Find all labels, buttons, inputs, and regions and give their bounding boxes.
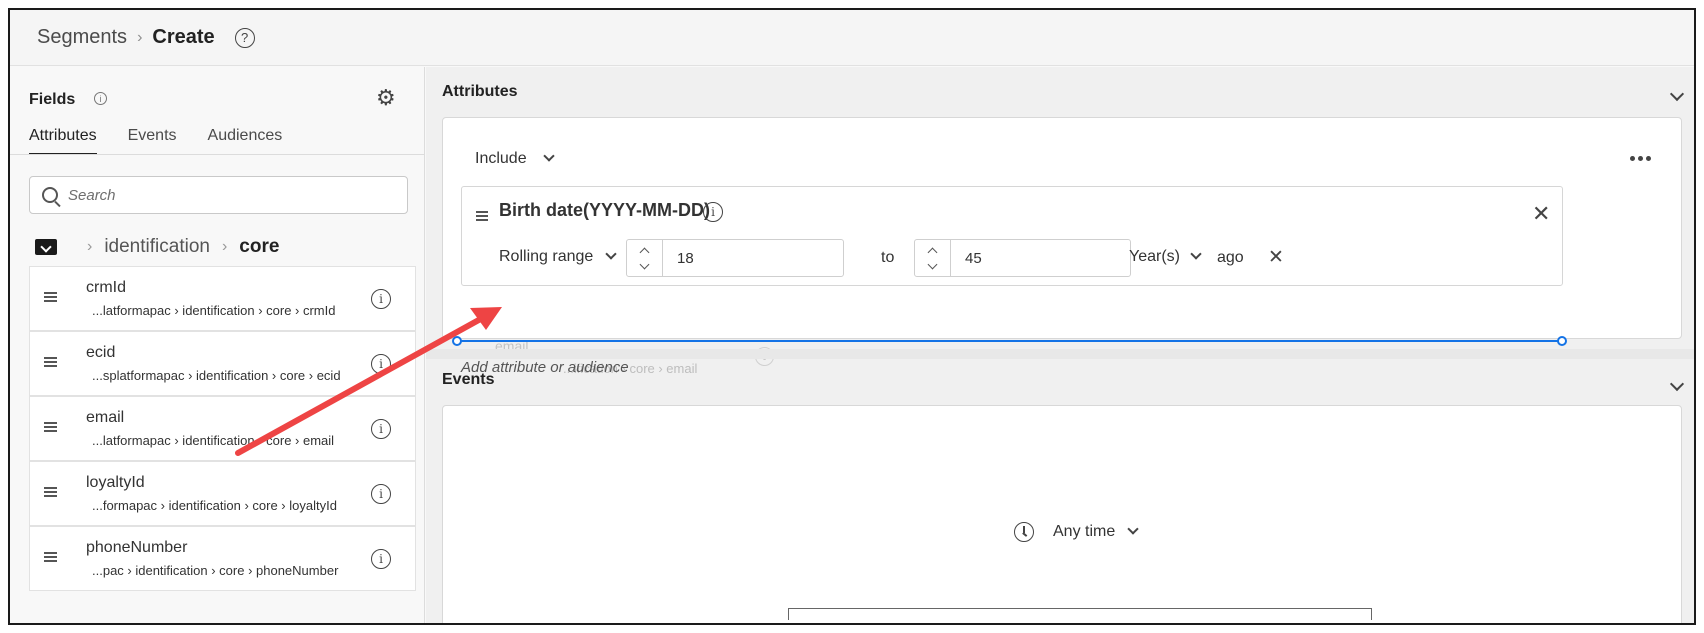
from-value[interactable]: 18	[663, 240, 694, 276]
field-path: ...latformapac › identification › core ›…	[92, 433, 335, 448]
time-filter-dropdown[interactable]: Any time	[1014, 522, 1139, 542]
drag-handle-icon[interactable]	[44, 422, 57, 432]
info-icon[interactable]: i	[371, 354, 391, 374]
info-icon[interactable]: i	[371, 549, 391, 569]
tabs-divider	[10, 154, 425, 155]
field-tabs: Attributes Events Audiences	[29, 127, 282, 155]
drop-indicator-start	[452, 336, 462, 346]
chevron-right-icon: ›	[221, 238, 228, 255]
fields-info-icon[interactable]: i	[94, 92, 107, 105]
drag-handle-icon[interactable]	[44, 357, 57, 367]
ago-label: ago	[1217, 249, 1244, 266]
to-value[interactable]: 45	[951, 240, 982, 276]
from-stepper[interactable]: 18	[626, 239, 844, 277]
unit-label: Year(s)	[1129, 248, 1180, 265]
app-frame: Segments › Create ? Fields i ⚙ Attribute…	[8, 8, 1696, 625]
rule-title: Birth date(YYYY-MM-DD)	[499, 200, 710, 220]
field-list: crmId ...latformapac › identification › …	[29, 266, 416, 591]
info-icon[interactable]: i	[371, 289, 391, 309]
chevron-right-icon: ›	[87, 238, 93, 255]
field-item-ecid[interactable]: ecid ...splatformapac › identification ›…	[29, 331, 416, 396]
include-label: Include	[475, 150, 527, 167]
close-icon[interactable]: ✕	[1532, 203, 1550, 225]
chevron-up-icon[interactable]	[927, 247, 938, 257]
field-name: crmId	[86, 279, 126, 296]
folder-icon[interactable]	[35, 239, 57, 255]
range-type-dropdown[interactable]: Rolling range	[499, 248, 617, 266]
drag-handle-icon[interactable]	[44, 292, 57, 302]
close-icon[interactable]: ✕	[1268, 247, 1284, 269]
attributes-card: Include Birth date(YYYY-MM-DD) i ✕ Rolli…	[442, 117, 1682, 376]
folder-path: › identification › core	[35, 236, 279, 258]
drag-handle-icon[interactable]	[44, 487, 57, 497]
chevron-down-icon[interactable]	[1669, 376, 1685, 392]
tab-audiences[interactable]: Audiences	[208, 127, 283, 155]
drop-indicator-end	[1557, 336, 1567, 346]
field-path: ...splatformapac › identification › core…	[92, 368, 341, 383]
field-name: phoneNumber	[86, 539, 188, 556]
to-stepper[interactable]: 45	[914, 239, 1131, 277]
timeline-bracket	[788, 608, 1372, 620]
tab-attributes[interactable]: Attributes	[29, 127, 97, 155]
drag-handle-icon[interactable]	[44, 552, 57, 562]
unit-dropdown[interactable]: Year(s)	[1129, 248, 1202, 266]
fields-panel: Fields i ⚙ Attributes Events Audiences S…	[10, 67, 425, 623]
stepper-arrows[interactable]	[915, 240, 951, 276]
drop-indicator	[457, 340, 1563, 342]
search-icon	[42, 187, 58, 203]
chevron-down-icon[interactable]	[927, 259, 938, 269]
field-item-phonenumber[interactable]: phoneNumber ...pac › identification › co…	[29, 526, 416, 591]
events-card	[442, 405, 1682, 623]
chevron-right-icon: ›	[137, 28, 143, 46]
chevron-down-icon	[605, 248, 617, 260]
chevron-down-icon	[1190, 248, 1202, 260]
chevron-down-icon[interactable]	[1669, 86, 1685, 102]
path-core: core	[239, 236, 280, 257]
fields-title: Fields	[29, 91, 76, 108]
section-divider	[426, 349, 1694, 359]
tab-events[interactable]: Events	[128, 127, 177, 155]
search-placeholder: Search	[68, 186, 116, 204]
breadcrumb-segments[interactable]: Segments	[37, 26, 127, 49]
help-icon[interactable]: ?	[234, 27, 255, 48]
time-filter-label: Any time	[1053, 523, 1116, 540]
chevron-down-icon[interactable]	[639, 259, 650, 269]
breadcrumb-create: Create	[152, 26, 215, 48]
include-dropdown[interactable]: Include	[475, 150, 555, 168]
to-label: to	[881, 249, 895, 266]
chevron-up-icon[interactable]	[639, 247, 650, 257]
field-path: ...pac › identification › core › phoneNu…	[92, 563, 339, 578]
field-name: email	[86, 409, 125, 426]
info-icon[interactable]: i	[703, 202, 723, 222]
path-identification[interactable]: identification	[104, 236, 210, 258]
field-item-crmid[interactable]: crmId ...latformapac › identification › …	[29, 266, 416, 331]
field-path: ...formapac › identification › core › lo…	[92, 498, 337, 513]
more-options-icon[interactable]	[1630, 156, 1651, 161]
info-icon[interactable]: i	[371, 484, 391, 504]
field-name: ecid	[86, 344, 116, 361]
gear-icon[interactable]: ⚙	[376, 87, 396, 109]
clock-icon	[1014, 522, 1034, 542]
drag-handle-icon[interactable]	[476, 211, 488, 221]
rule-birth-date: Birth date(YYYY-MM-DD) i ✕ Rolling range…	[461, 186, 1563, 286]
events-section-title: Events	[442, 371, 495, 388]
info-icon[interactable]: i	[371, 419, 391, 439]
chevron-down-icon	[542, 150, 555, 162]
top-bar: Segments › Create ?	[10, 10, 1694, 66]
attributes-section-title: Attributes	[442, 83, 518, 100]
search-input[interactable]: Search	[29, 176, 408, 214]
range-type-label: Rolling range	[499, 248, 594, 265]
field-path: ...latformapac › identification › core ›…	[92, 303, 336, 318]
field-item-loyaltyid[interactable]: loyaltyId ...formapac › identification ›…	[29, 461, 416, 526]
field-name: loyaltyId	[86, 474, 145, 491]
stepper-arrows[interactable]	[627, 240, 663, 276]
field-item-email[interactable]: email ...latformapac › identification › …	[29, 396, 416, 461]
